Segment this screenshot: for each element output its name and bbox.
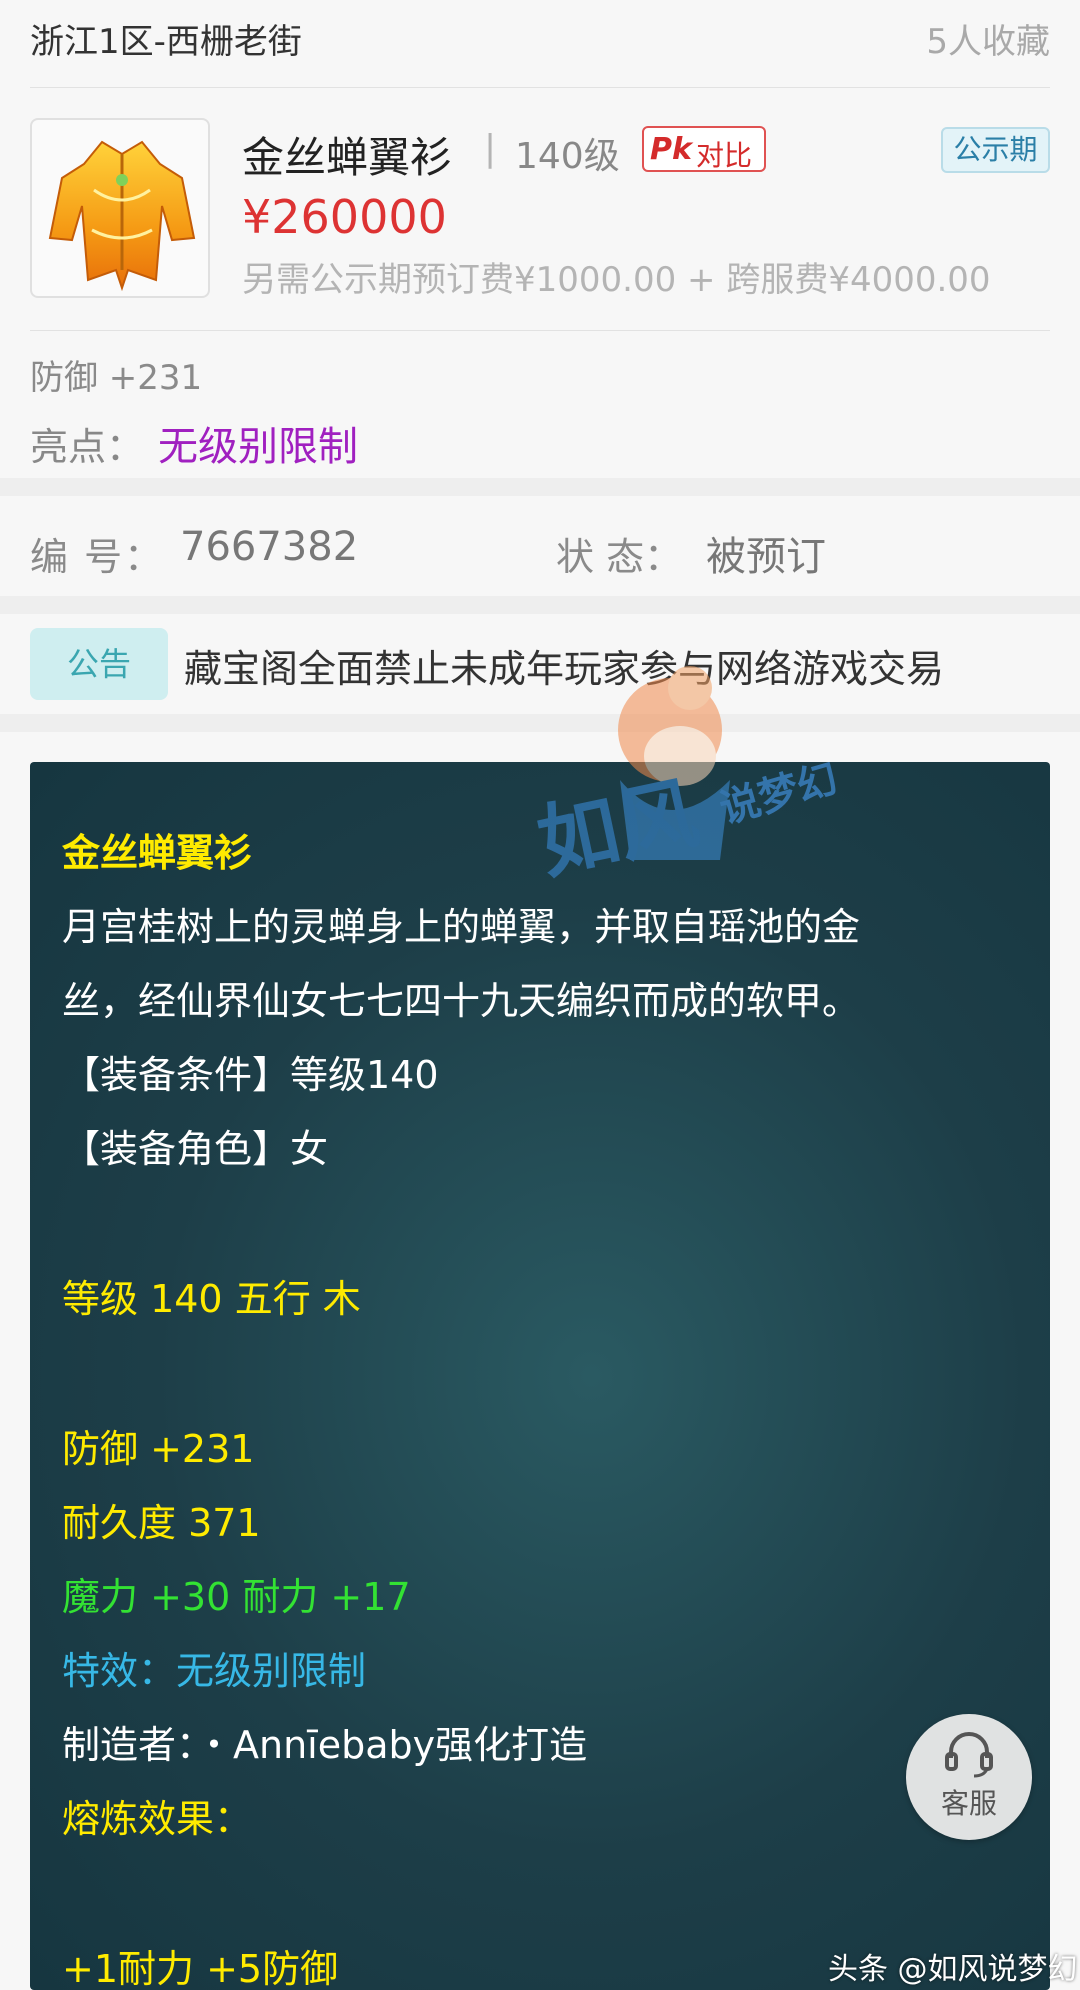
headset-icon [945, 1732, 993, 1778]
customer-service-button[interactable]: 客服 [906, 1714, 1032, 1840]
divider [30, 330, 1050, 331]
item-thumbnail[interactable] [30, 118, 210, 298]
id-label: 编 号： [30, 535, 165, 579]
info-card: 编 号： 7667382 状 态： 被预订 [0, 496, 1080, 596]
highlight-value: 无级别限制 [158, 424, 358, 470]
desc-durability: 耐久度 371 [62, 1501, 261, 1545]
desc-smelt-value: +1耐力 +5防御 [62, 1947, 339, 1990]
watermark: 如风 说梦幻 [480, 660, 880, 920]
watermark-text-1: 如风 [530, 766, 706, 890]
desc-title: 金丝蝉翼衫 [62, 831, 253, 875]
server-row: 浙江1区-西栅老街 5人收藏 [30, 0, 1050, 88]
desc-level-element: 等级 140 五行 木 [62, 1277, 361, 1321]
extra-fees: 另需公示期预订费¥1000.00 + 跨服费¥4000.00 [242, 260, 991, 300]
page: 浙江1区-西栅老街 5人收藏 金丝蝉翼衫 | 140级 Pk 对比 公示期 ¥2… [0, 0, 1080, 1990]
desc-smelt-label: 熔炼效果： [62, 1797, 253, 1841]
desc-special: 特效：无级别限制 [62, 1649, 367, 1693]
desc-requirement: 【装备条件】等级140 [62, 1053, 439, 1097]
state-label: 状 态： [556, 535, 683, 579]
id-value: 7667382 [180, 524, 359, 570]
favorite-count[interactable]: 5人收藏 [926, 14, 1050, 63]
state-value: 被预订 [706, 534, 826, 580]
desc-maker: 制造者：・Annīebaby强化打造 [62, 1723, 588, 1767]
watermark-character-icon: 如风 说梦幻 [530, 666, 843, 891]
desc-magic-stats: 魔力 +30 耐力 +17 [62, 1575, 411, 1619]
pk-icon: Pk [650, 132, 692, 167]
description-panel: 金丝蝉翼衫 月宫桂树上的灵蝉身上的蝉翼，并取自瑶池的金 丝，经仙界仙女七七四十九… [30, 762, 1050, 1990]
desc-defense: 防御 +231 [62, 1427, 255, 1471]
notice-badge: 公告 [30, 628, 168, 700]
item-summary-card: 浙江1区-西栅老街 5人收藏 金丝蝉翼衫 | 140级 Pk 对比 公示期 ¥2… [0, 0, 1080, 478]
compare-button[interactable]: Pk 对比 [642, 126, 766, 172]
item-price: ¥260000 [242, 190, 447, 244]
server-name: 浙江1区-西栅老街 [30, 22, 302, 62]
highlight-label: 亮点： [30, 425, 145, 469]
defense-stat: 防御 +231 [30, 358, 203, 398]
status-badge: 公示期 [941, 127, 1050, 173]
compare-label: 对比 [696, 139, 753, 172]
robe-icon [48, 140, 196, 292]
customer-service-label: 客服 [940, 1787, 997, 1820]
watermark-text-2: 说梦幻 [715, 756, 843, 833]
desc-role: 【装备角色】女 [62, 1127, 329, 1171]
item-level: 140级 [515, 136, 620, 177]
desc-line-2: 丝，经仙界仙女七七四十九天编织而成的软甲。 [62, 979, 861, 1023]
title-separator: | [484, 128, 497, 169]
footer-watermark: 头条 @如风说梦幻 [828, 1952, 1078, 1987]
item-name: 金丝蝉翼衫 [242, 133, 453, 182]
